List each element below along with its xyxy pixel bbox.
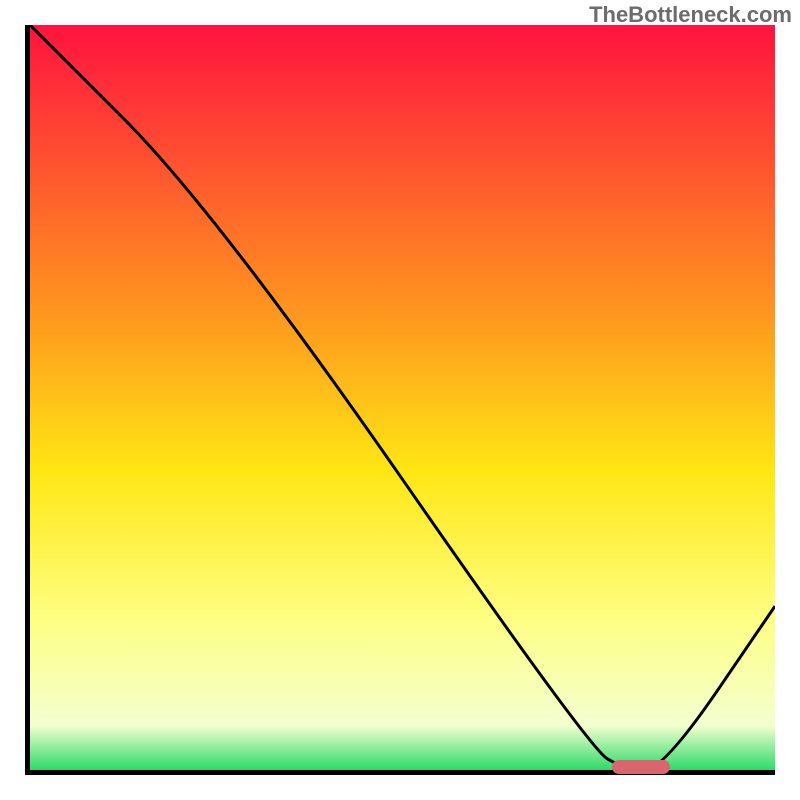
bottleneck-curve	[30, 25, 775, 770]
plot-area	[25, 25, 775, 775]
bottleneck-chart: TheBottleneck.com	[0, 0, 800, 800]
optimal-range-marker	[612, 760, 669, 774]
